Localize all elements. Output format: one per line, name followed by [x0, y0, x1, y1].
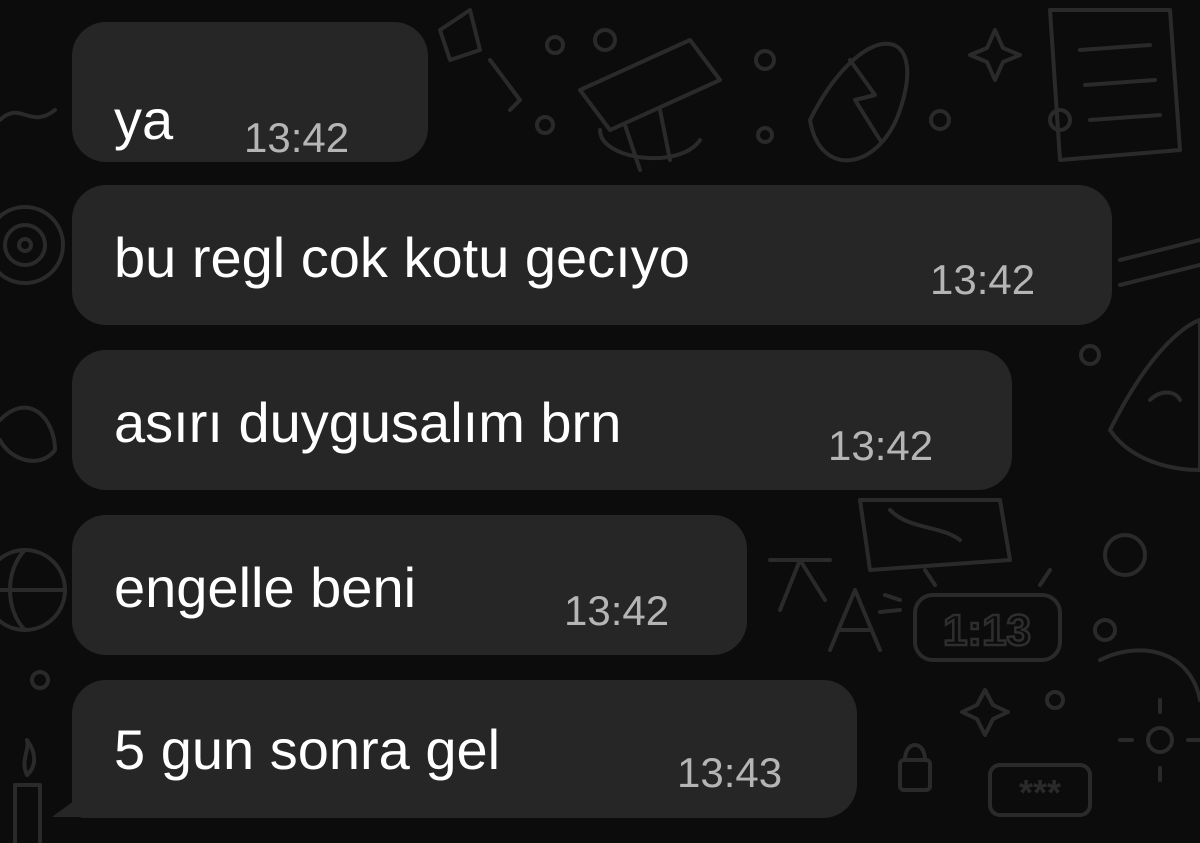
message-bubble[interactable]: bu regl cok kotu gecıyo 13:42	[72, 185, 1112, 325]
leaf-doodle	[808, 41, 910, 163]
sun-doodle	[1118, 698, 1200, 782]
message-bubble-tail	[52, 795, 82, 817]
drum-doodle	[578, 38, 722, 172]
clipboard-doodle	[1048, 8, 1182, 162]
target-doodle	[0, 205, 65, 285]
message-text: asırı duygusalım brn	[114, 391, 622, 454]
message-timestamp: 13:42	[244, 114, 350, 161]
password-doodle-text: ***	[1019, 772, 1061, 813]
message-text: 5 gun sonra gel	[114, 718, 501, 781]
message-bubble[interactable]: asırı duygusalım brn 13:42	[72, 350, 1012, 490]
message-bubble[interactable]: ya 13:42	[72, 22, 428, 162]
screen-doodle	[858, 498, 1012, 572]
chat-view: 1:13 *** ya 13:42 bu regl cok kotu gecıy…	[0, 0, 1200, 843]
lock-doodle	[898, 743, 932, 792]
message-text: bu regl cok kotu gecıyo	[114, 226, 690, 289]
message-bubble[interactable]: engelle beni 13:42	[72, 515, 747, 655]
message-timestamp: 13:42	[564, 587, 670, 634]
message-timestamp: 13:43	[677, 749, 783, 796]
message-timestamp: 13:42	[930, 256, 1036, 303]
message-text: engelle beni	[114, 556, 417, 619]
message-timestamp: 13:42	[828, 422, 934, 469]
translate-doodle	[768, 558, 882, 652]
fish-doodle	[1108, 318, 1200, 472]
candle-doodle	[13, 738, 42, 843]
message-text: ya	[114, 88, 174, 151]
globe-doodle	[0, 548, 67, 632]
message-bubble[interactable]: 5 gun sonra gel 13:43	[72, 680, 857, 818]
clock-doodle-text: 1:13	[943, 606, 1031, 655]
